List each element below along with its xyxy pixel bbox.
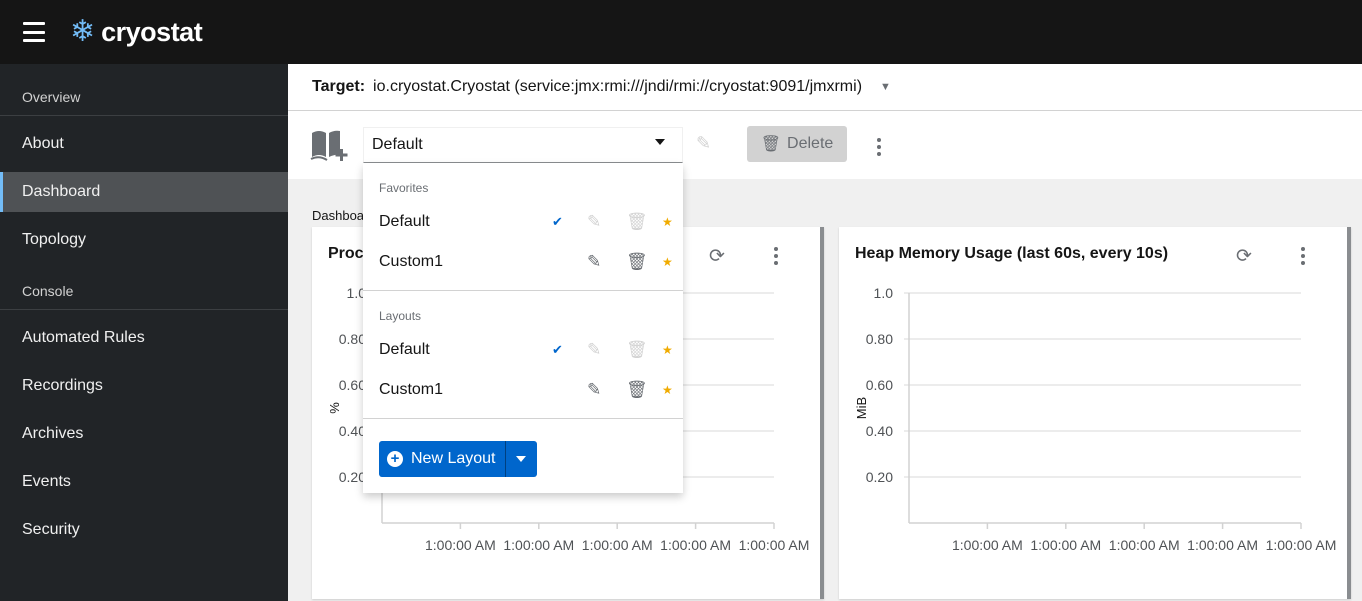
trash-icon: 🗑 bbox=[760, 136, 782, 153]
star-icon[interactable]: ★ bbox=[662, 383, 673, 397]
x-tick-label: 1:00:00 AM bbox=[425, 537, 496, 553]
new-layout-button[interactable]: + New Layout bbox=[379, 441, 505, 477]
x-tick-label: 1:00:00 AM bbox=[1109, 537, 1180, 553]
star-icon[interactable]: ★ bbox=[662, 343, 673, 357]
x-tick-label: 1:00:00 AM bbox=[739, 537, 810, 553]
pencil-icon: ✎ bbox=[587, 212, 602, 231]
sidebar-item-automated-rules[interactable]: Automated Rules bbox=[0, 318, 288, 358]
sidebar-item-dashboard[interactable]: Dashboard bbox=[0, 172, 288, 212]
y-tick-label: 0.20 bbox=[866, 469, 893, 485]
sidebar-item-about[interactable]: About bbox=[0, 124, 288, 164]
plus-circle-icon: + bbox=[387, 451, 403, 467]
sidebar-item-security[interactable]: Security bbox=[0, 510, 288, 550]
star-icon[interactable]: ★ bbox=[662, 255, 673, 269]
favorites-group-title: Favorites bbox=[379, 181, 429, 195]
x-tick-label: 1:00:00 AM bbox=[660, 537, 731, 553]
trash-icon[interactable]: 🗑 bbox=[626, 380, 648, 400]
favorite-item-custom1[interactable]: Custom1 ✎ 🗑 ★ bbox=[363, 242, 683, 282]
refresh-icon[interactable]: ⟳ bbox=[1236, 245, 1252, 268]
check-icon: ✔ bbox=[552, 342, 563, 357]
pencil-icon: ✎ bbox=[587, 340, 602, 359]
delete-button[interactable]: 🗑 Delete bbox=[747, 126, 847, 162]
pencil-icon[interactable]: ✎ bbox=[587, 252, 601, 272]
x-tick-label: 1:00:00 AM bbox=[1266, 537, 1337, 553]
card-title: Proc bbox=[328, 245, 364, 262]
sidebar: Overview About Dashboard Topology Consol… bbox=[0, 64, 288, 601]
trash-icon: 🗑 bbox=[626, 340, 648, 359]
card-title: Heap Memory Usage (last 60s, every 10s) bbox=[855, 245, 1169, 262]
toolbar-kebab-icon[interactable] bbox=[877, 138, 881, 156]
x-tick-label: 1:00:00 AM bbox=[582, 537, 653, 553]
brand-name: cryostat bbox=[101, 16, 203, 47]
x-tick-label: 1:00:00 AM bbox=[1030, 537, 1101, 553]
check-icon: ✔ bbox=[552, 214, 563, 229]
layout-dropdown-menu: Favorites Default ✔ ✎ 🗑 ★ Custom1 ✎ 🗑 ★ … bbox=[363, 163, 683, 493]
y-tick-label: 0.40 bbox=[866, 423, 893, 439]
item-label: Default bbox=[379, 341, 430, 358]
nav-section-overview: Overview bbox=[0, 64, 288, 116]
layout-item-default[interactable]: Default ✔ ✎ 🗑 ★ bbox=[363, 330, 683, 370]
new-layout-label: New Layout bbox=[411, 450, 496, 467]
y-tick-label: 0.80 bbox=[866, 331, 893, 347]
sidebar-item-topology[interactable]: Topology bbox=[0, 220, 288, 260]
target-selector[interactable]: Target: io.cryostat.Cryostat (service:jm… bbox=[288, 64, 1362, 111]
item-label: Custom1 bbox=[379, 381, 444, 398]
star-icon[interactable]: ★ bbox=[662, 215, 673, 229]
chart-card-heap: 1.0 0.80 0.60 0.40 0.20 1:00:00 AM 1:00:00 AM 1… bbox=[839, 227, 1351, 599]
sidebar-item-recordings[interactable]: Recordings bbox=[0, 366, 288, 406]
snowflake-icon: ❄ bbox=[70, 15, 96, 48]
sidebar-item-archives[interactable]: Archives bbox=[0, 414, 288, 454]
masthead: ❄ cryostat bbox=[0, 0, 1362, 64]
x-tick-label: 1:00:00 AM bbox=[952, 537, 1023, 553]
delete-label: Delete bbox=[787, 135, 834, 152]
layout-item-custom1[interactable]: Custom1 ✎ 🗑 ★ bbox=[363, 370, 683, 410]
new-layout-split-button: + New Layout bbox=[379, 441, 537, 477]
sidebar-item-events[interactable]: Events bbox=[0, 462, 288, 502]
y-tick-label: 1.0 bbox=[874, 285, 894, 301]
layouts-group-title: Layouts bbox=[379, 309, 422, 323]
logo[interactable]: ❄ cryostat bbox=[70, 15, 203, 48]
new-layout-toggle[interactable] bbox=[504, 441, 537, 477]
divider bbox=[363, 290, 683, 291]
trash-icon: 🗑 bbox=[626, 212, 648, 231]
y-axis-label: % bbox=[327, 402, 342, 414]
item-label: Custom1 bbox=[379, 253, 444, 270]
x-tick-label: 1:00:00 AM bbox=[1187, 537, 1258, 553]
card-kebab-icon[interactable] bbox=[1301, 247, 1305, 265]
nav-section-console: Console bbox=[0, 260, 288, 310]
heap-chart: 1.0 0.80 0.60 0.40 0.20 1:00:00 AM 1:00:00 AM 1… bbox=[854, 285, 1337, 553]
layout-select[interactable]: Default bbox=[363, 127, 683, 163]
card-kebab-icon[interactable] bbox=[774, 247, 778, 265]
caret-down-icon[interactable]: ▼ bbox=[880, 81, 891, 93]
item-label: Default bbox=[379, 213, 430, 230]
divider bbox=[363, 418, 683, 419]
refresh-icon[interactable]: ⟳ bbox=[709, 245, 725, 268]
hamburger-menu-button[interactable] bbox=[23, 22, 45, 42]
target-value: io.cryostat.Cryostat (service:jmx:rmi://… bbox=[373, 78, 863, 95]
caret-down-icon bbox=[516, 456, 526, 462]
target-label: Target: bbox=[312, 78, 366, 95]
y-tick-label: 0.60 bbox=[866, 377, 893, 393]
x-tick-label: 1:00:00 AM bbox=[503, 537, 574, 553]
layout-add-icon[interactable] bbox=[310, 127, 348, 163]
pencil-icon[interactable]: ✎ bbox=[587, 380, 601, 400]
layout-select-value: Default bbox=[372, 136, 423, 153]
caret-down-icon bbox=[655, 139, 665, 145]
favorite-item-default[interactable]: Default ✔ ✎ 🗑 ★ bbox=[363, 202, 683, 242]
y-axis-label: MiB bbox=[854, 397, 869, 419]
pencil-icon[interactable]: ✎ bbox=[696, 133, 711, 154]
trash-icon[interactable]: 🗑 bbox=[626, 252, 648, 272]
